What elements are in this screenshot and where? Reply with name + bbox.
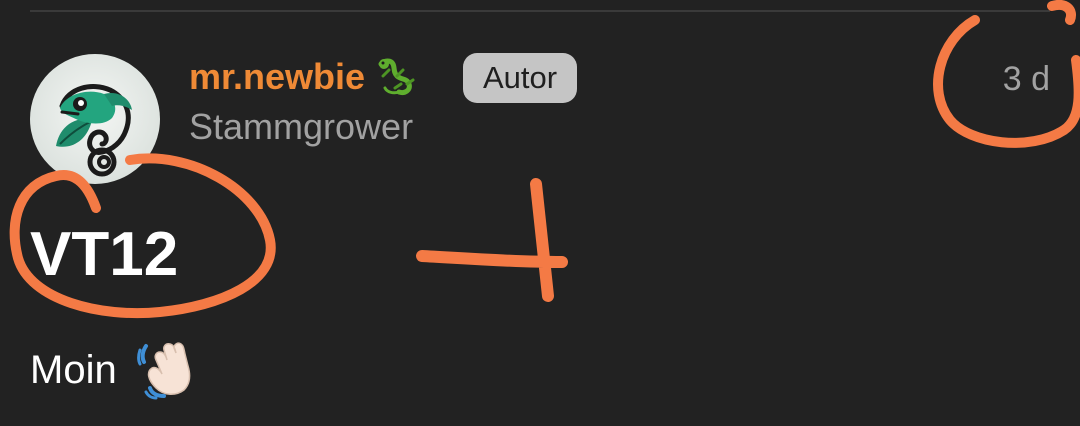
post-body: Moin [30,348,117,392]
avatar[interactable] [30,54,160,184]
author-username[interactable]: mr.newbie [189,54,365,100]
waving-hand-icon [137,342,191,400]
chameleon-avatar-icon [56,84,132,177]
annotation-plus-mark [416,178,568,302]
lizard-icon [378,58,415,95]
author-badge: Autor [463,53,578,103]
post-divider [30,10,1050,12]
author-rank: Stammgrower [189,106,414,147]
post-timestamp[interactable]: 3 d [1003,56,1050,102]
post-title: VT12 [30,220,179,289]
